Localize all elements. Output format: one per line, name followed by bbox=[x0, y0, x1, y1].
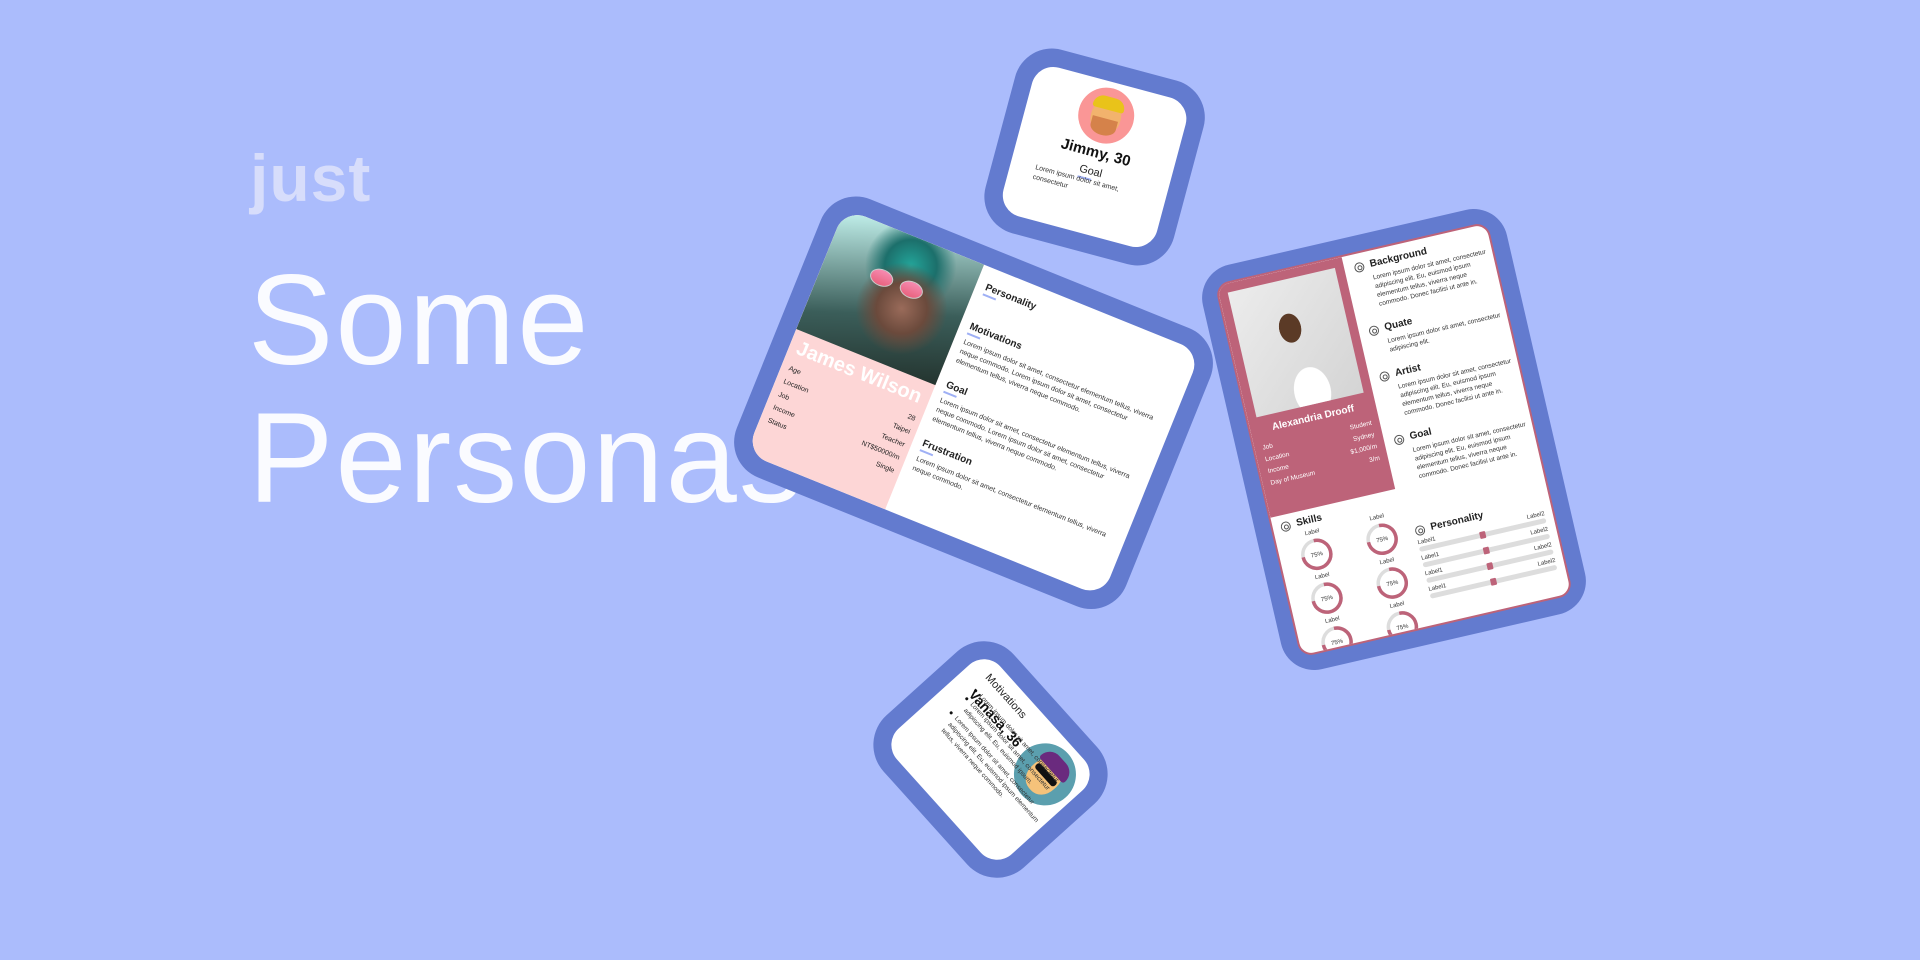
skills-section: Skills Label 75% Label 75% Label 75% Lab… bbox=[1279, 494, 1435, 658]
skill-ring: 75% bbox=[1301, 538, 1333, 570]
skill-ring: 75% bbox=[1386, 611, 1418, 643]
personality-section: Personality Label1 Label2 Label1 Label2 La… bbox=[1414, 496, 1558, 599]
skill-percent: 75% bbox=[1396, 624, 1410, 633]
slider-thumb bbox=[1479, 530, 1487, 540]
section-title: Artist bbox=[1393, 362, 1422, 379]
skill-percent: 75% bbox=[1376, 536, 1390, 545]
target-icon bbox=[1353, 260, 1366, 273]
skill-ring: 75% bbox=[1321, 626, 1354, 658]
target-icon bbox=[1393, 433, 1406, 446]
skill-percent: 75% bbox=[1321, 595, 1335, 604]
persona-card-vanasa: Vanasa, 36 Motivations Lorem ipsum dolor… bbox=[856, 624, 1125, 895]
skill-ring: 75% bbox=[1366, 523, 1398, 556]
hero-title-line1: Some bbox=[248, 249, 591, 392]
section-title: Goal bbox=[1408, 426, 1433, 443]
section-title: Personality bbox=[983, 282, 1038, 313]
hero-kicker: just bbox=[250, 141, 372, 215]
skill-percent: 75% bbox=[1331, 638, 1345, 647]
skill-ring: 75% bbox=[1376, 567, 1408, 599]
target-icon bbox=[1367, 324, 1380, 337]
sunglasses bbox=[897, 277, 926, 303]
skill-percent: 75% bbox=[1311, 551, 1325, 560]
field-value: 3/m bbox=[1368, 454, 1381, 465]
skill-ring: 75% bbox=[1311, 582, 1343, 614]
section-title: Quate bbox=[1383, 316, 1414, 334]
persona-card-jimmy: Jimmy, 30 Goal Lorem ipsum dolor sit ame… bbox=[975, 40, 1214, 274]
target-icon bbox=[1414, 523, 1427, 536]
sunglasses bbox=[867, 265, 896, 291]
profile-photo bbox=[1227, 267, 1364, 418]
target-icon bbox=[1378, 370, 1391, 383]
hero-title-line2: Personas bbox=[248, 387, 805, 530]
skill-percent: 75% bbox=[1386, 580, 1400, 589]
slider-thumb bbox=[1486, 562, 1494, 571]
slider-thumb bbox=[1489, 577, 1498, 586]
slider-thumb bbox=[1482, 546, 1491, 555]
skills-grid: Label 75% Label 75% Label 75% Label 75% … bbox=[1283, 508, 1435, 658]
target-icon bbox=[1279, 520, 1292, 533]
section-title: Skills bbox=[1295, 512, 1324, 529]
section-title: Goal bbox=[944, 379, 969, 399]
persona-card-alexandria: Alexandria Drooff Job Student Location Syd… bbox=[1195, 202, 1593, 677]
